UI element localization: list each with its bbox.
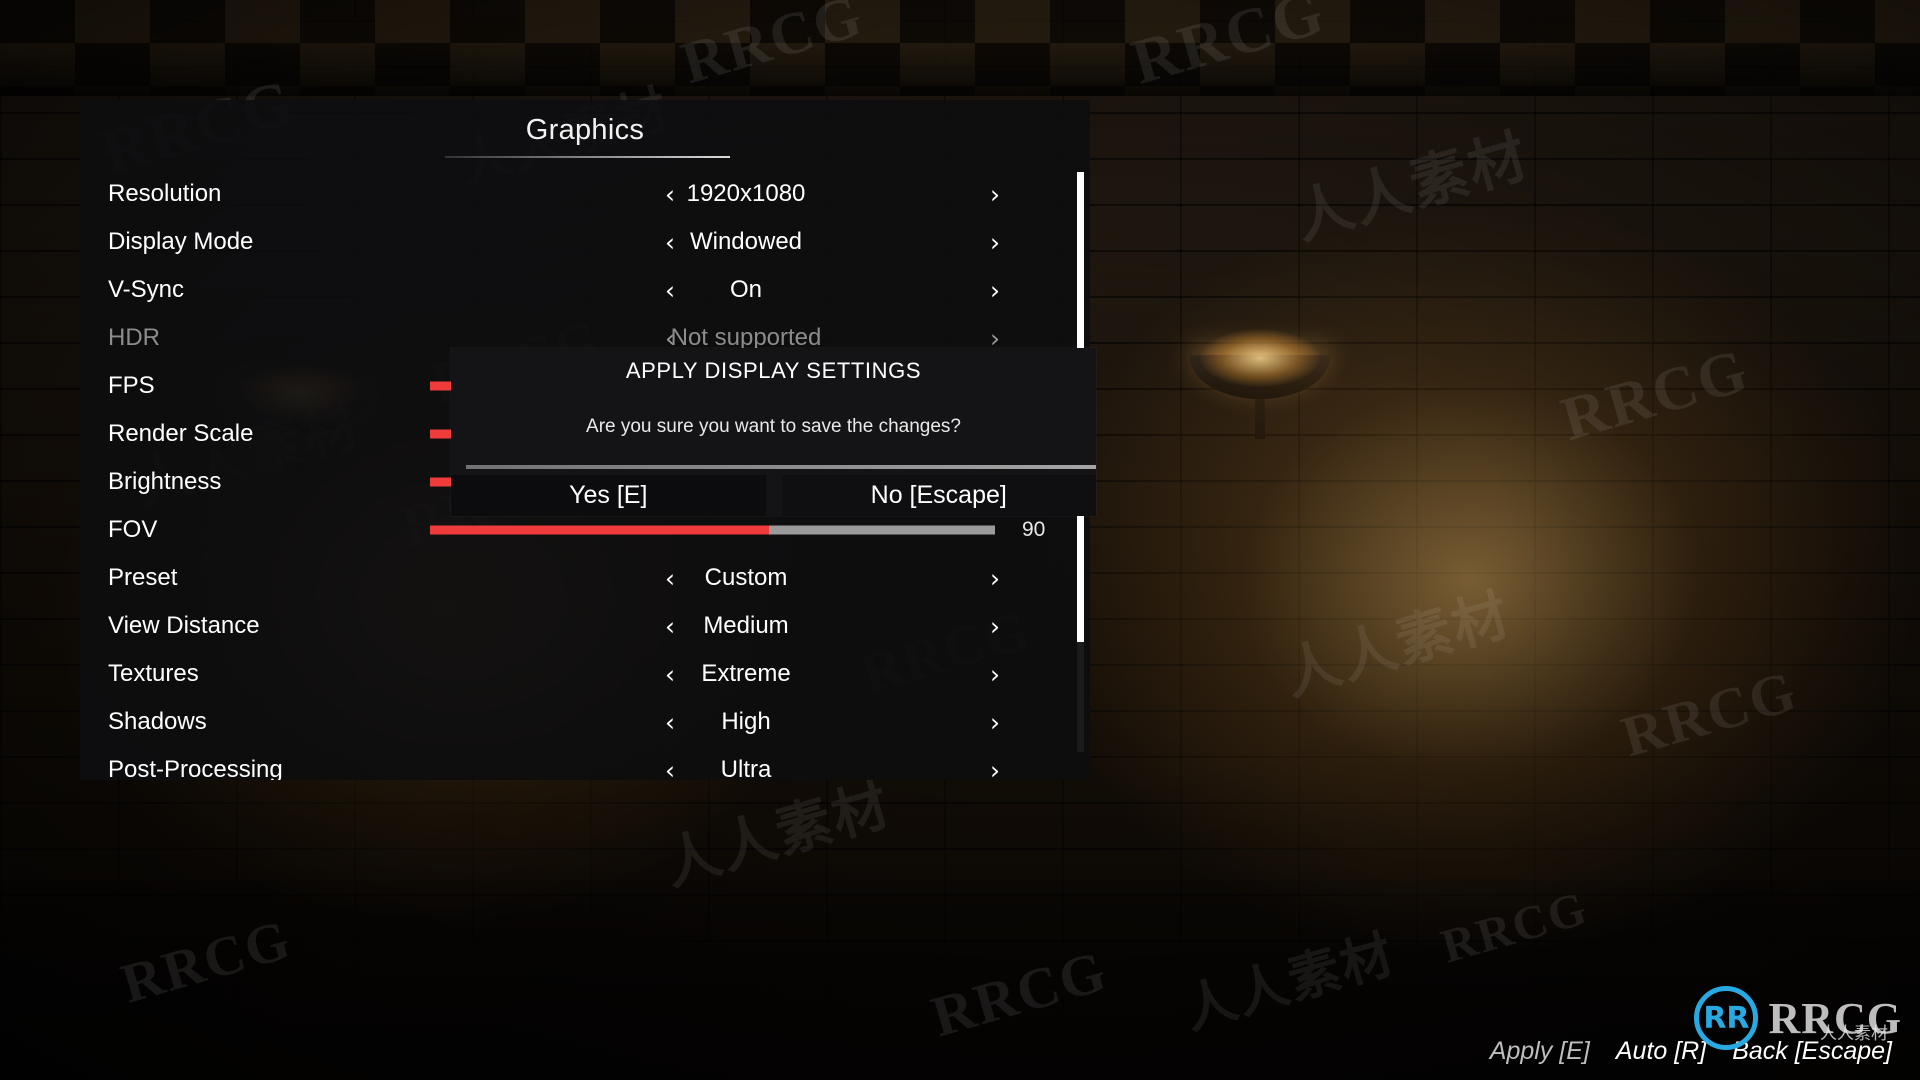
setting-label: V-Sync (108, 276, 185, 303)
hint-apply[interactable]: Apply [E] (1490, 1037, 1590, 1066)
setting-row[interactable]: Display Mode ‹ Windowed › (80, 218, 1090, 266)
chevron-right-icon[interactable]: › (990, 230, 1000, 255)
rrcg-branding: RR RRCG 人人素材 (1694, 986, 1902, 1050)
setting-value: Windowed (689, 228, 803, 255)
setting-value: Custom (704, 564, 788, 591)
setting-label: Render Scale (108, 420, 254, 447)
chevron-right-icon[interactable]: › (990, 614, 1000, 639)
chevron-right-icon[interactable]: › (990, 278, 1000, 303)
slider-value: 90 (1022, 518, 1046, 541)
chevron-right-icon[interactable]: › (990, 662, 1000, 687)
setting-row[interactable]: Post-Processing ‹ Ultra › (80, 746, 1090, 780)
title-underline (445, 156, 730, 158)
setting-row[interactable]: Preset ‹ Custom › (80, 554, 1090, 602)
setting-stepper[interactable]: ‹ High › (410, 708, 1090, 736)
setting-value: Ultra (720, 756, 772, 780)
hint-auto[interactable]: Auto [R] (1616, 1037, 1706, 1066)
setting-stepper[interactable]: ‹ Medium › (410, 612, 1090, 640)
setting-row[interactable]: Shadows ‹ High › (80, 698, 1090, 746)
setting-stepper[interactable]: ‹ On › (410, 276, 1090, 304)
dialog-button-row: Yes [E] No [Escape] (451, 475, 1096, 516)
dialog-title: APPLY DISPLAY SETTINGS (625, 358, 922, 383)
setting-row[interactable]: V-Sync ‹ On › (80, 266, 1090, 314)
dialog-divider (466, 465, 1096, 469)
rrcg-badge-icon: RR (1694, 986, 1759, 1050)
setting-label: View Distance (108, 612, 260, 639)
page-title: Graphics (525, 114, 645, 146)
confirm-no-button[interactable]: No [Escape] (781, 475, 1096, 516)
setting-label: Display Mode (108, 228, 254, 255)
chevron-right-icon[interactable]: › (990, 710, 1000, 735)
setting-label: Textures (108, 660, 199, 687)
setting-label: Resolution (108, 180, 222, 207)
rrcg-chinese-label: 人人素材 (1820, 1024, 1888, 1044)
chevron-right-icon[interactable]: › (990, 326, 1000, 351)
setting-label: HDR (108, 324, 160, 351)
setting-label: FPS (108, 372, 155, 399)
setting-value: High (721, 708, 771, 735)
setting-value: 1920x1080 (686, 180, 806, 207)
slider-fill (430, 525, 769, 535)
setting-value: On (729, 276, 762, 303)
setting-row[interactable]: Textures ‹ Extreme › (80, 650, 1090, 698)
setting-row[interactable]: View Distance ‹ Medium › (80, 602, 1090, 650)
setting-stepper[interactable]: ‹ Windowed › (410, 228, 1090, 256)
setting-label: Preset (108, 564, 178, 591)
setting-stepper[interactable]: ‹ 1920x1080 › (410, 180, 1090, 208)
slider-track[interactable] (430, 525, 995, 535)
setting-row[interactable]: Resolution ‹ 1920x1080 › (80, 170, 1090, 218)
dialog-message: Are you sure you want to save the change… (586, 416, 961, 437)
chevron-right-icon[interactable]: › (990, 758, 1000, 781)
setting-label: Shadows (108, 708, 207, 735)
setting-stepper[interactable]: ‹ Extreme › (410, 660, 1090, 688)
setting-label: Brightness (108, 468, 222, 495)
setting-value: Medium (703, 612, 789, 639)
panel-header: Graphics (80, 100, 1090, 170)
setting-stepper[interactable]: ‹ Custom › (410, 564, 1090, 592)
setting-value: Extreme (701, 660, 791, 687)
setting-label: FOV (108, 516, 158, 543)
setting-label: Post-Processing (108, 756, 283, 780)
apply-display-settings-dialog: APPLY DISPLAY SETTINGS Are you sure you … (451, 348, 1096, 516)
chevron-right-icon[interactable]: › (990, 566, 1000, 591)
confirm-yes-button[interactable]: Yes [E] (451, 475, 766, 516)
setting-stepper[interactable]: ‹ Ultra › (410, 756, 1090, 780)
chevron-right-icon[interactable]: › (990, 182, 1000, 207)
